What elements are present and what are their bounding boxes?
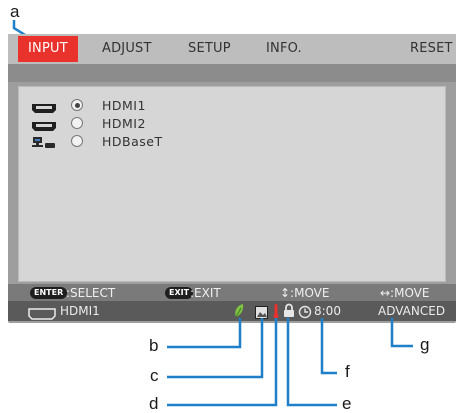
callout-d: d: [149, 394, 159, 413]
callout-e: e: [342, 394, 352, 413]
callout-g: g: [420, 335, 430, 354]
callout-c: c: [150, 366, 159, 385]
callout-f: f: [345, 362, 350, 381]
callout-b: b: [149, 336, 159, 355]
callout-leaders: [167, 318, 413, 407]
